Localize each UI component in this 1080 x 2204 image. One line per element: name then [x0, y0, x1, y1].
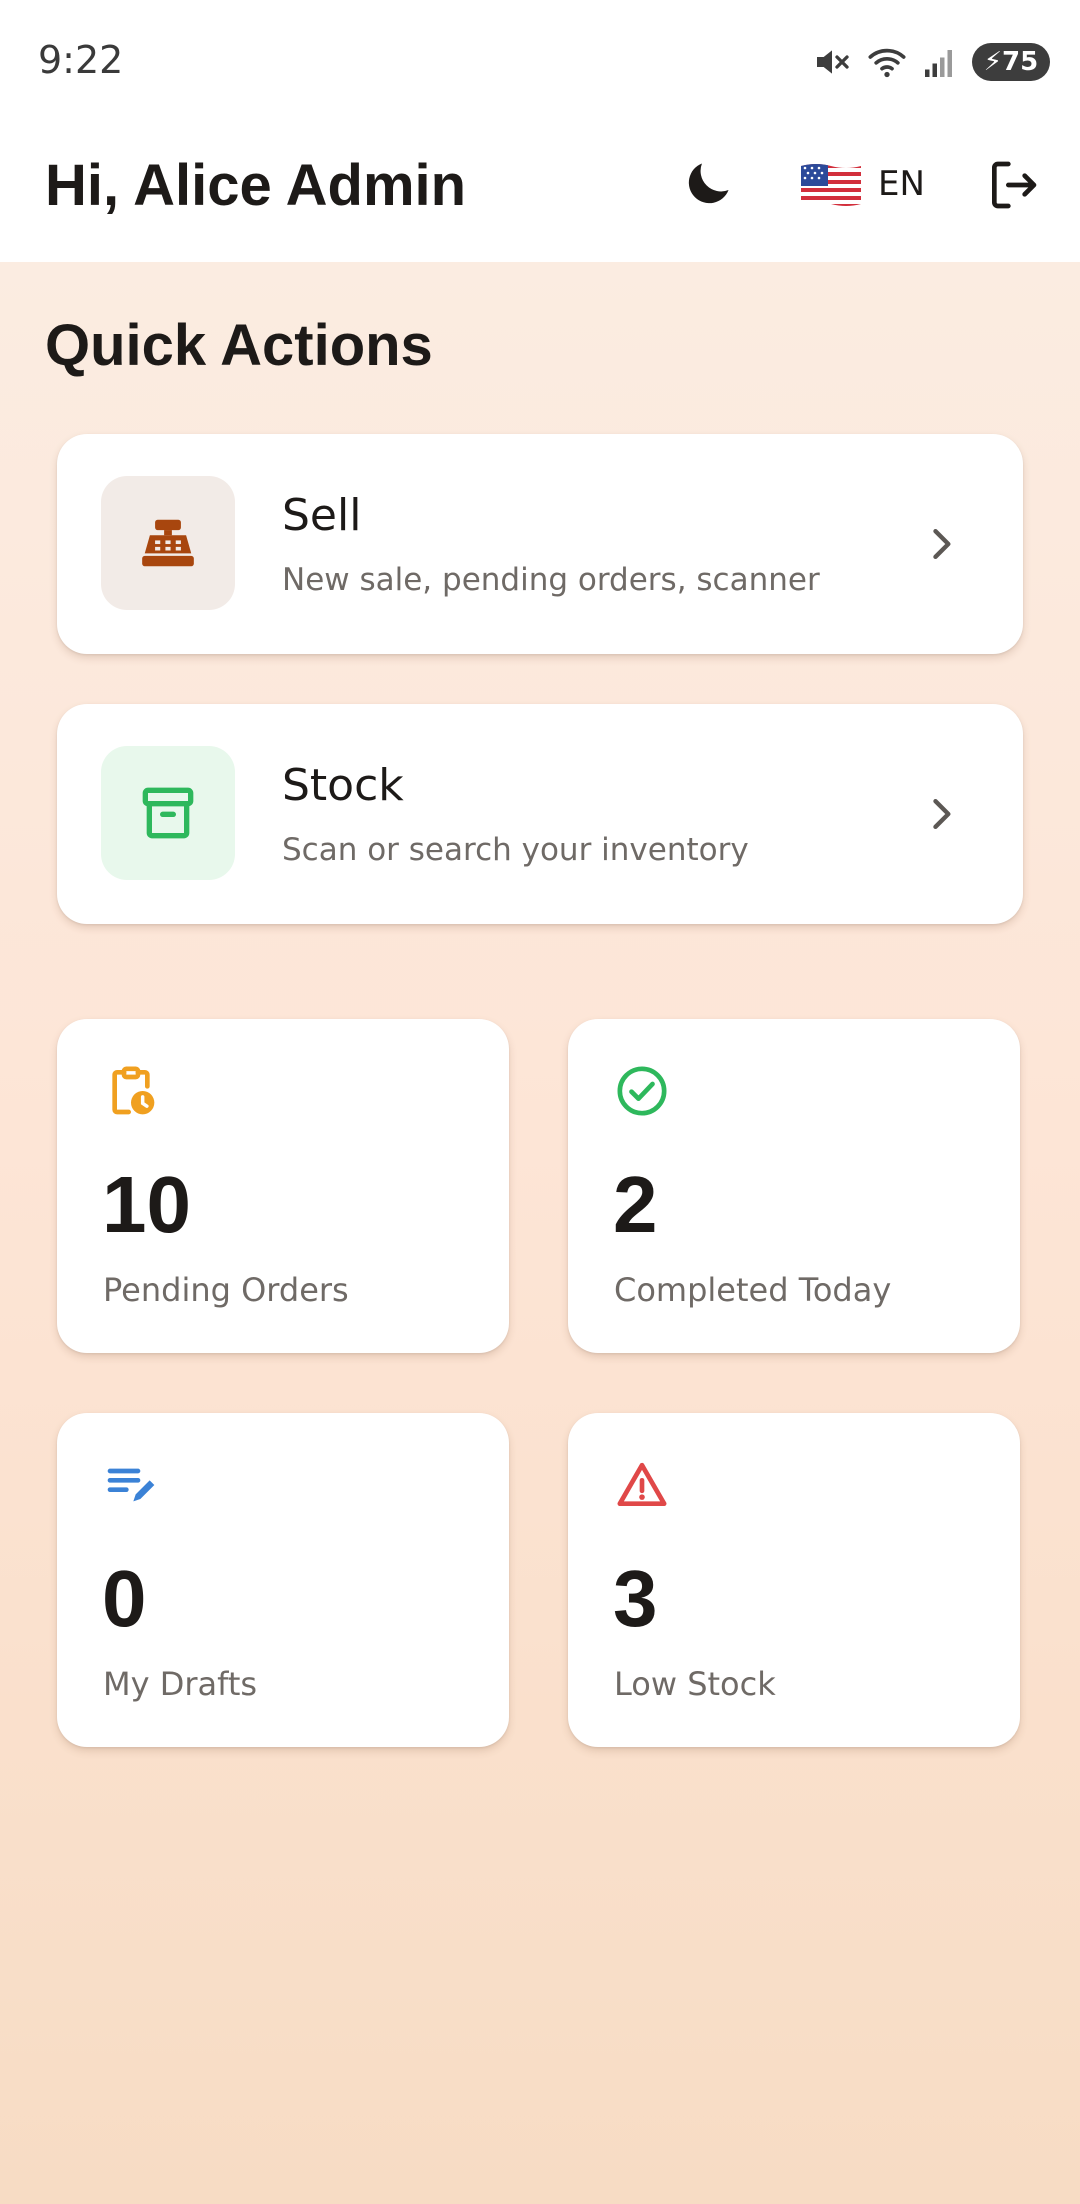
low-stock-label: Low Stock — [614, 1665, 776, 1703]
completed-today-label: Completed Today — [614, 1271, 892, 1309]
sell-title: Sell — [282, 490, 362, 541]
chevron-right-icon — [933, 798, 951, 830]
sell-icon-box — [101, 476, 235, 610]
archive-box-icon — [142, 787, 194, 839]
mute-icon — [817, 50, 849, 74]
greeting-title: Hi, Alice Admin — [45, 153, 467, 218]
status-time: 9:22 — [38, 38, 124, 82]
pending-orders-card[interactable]: 10 Pending Orders — [57, 1019, 509, 1353]
stock-title: Stock — [282, 760, 404, 811]
section-title: Quick Actions — [45, 313, 433, 378]
completed-today-value: 2 — [613, 1160, 658, 1249]
logout-icon — [992, 161, 1037, 209]
sell-subtitle: New sale, pending orders, scanner — [282, 562, 820, 598]
completed-today-card[interactable]: 2 Completed Today — [568, 1019, 1020, 1353]
wifi-icon — [868, 48, 906, 78]
sell-action-card[interactable]: Sell New sale, pending orders, scanner — [57, 434, 1023, 654]
language-label: EN — [878, 164, 925, 204]
my-drafts-value: 0 — [102, 1554, 147, 1643]
theme-toggle-button[interactable] — [676, 152, 740, 216]
logout-button[interactable] — [982, 154, 1044, 216]
check-circle-icon — [617, 1066, 667, 1116]
battery-charging-icon: ⚡ 75 — [972, 43, 1050, 81]
chevron-right-icon — [933, 528, 951, 560]
my-drafts-label: My Drafts — [103, 1665, 258, 1703]
status-bar: 9:22 ⚡ 75 — [0, 0, 1080, 124]
low-stock-value: 3 — [613, 1554, 658, 1643]
my-drafts-card[interactable]: 0 My Drafts — [57, 1413, 509, 1747]
pending-orders-value: 10 — [102, 1160, 191, 1249]
clipboard-clock-icon — [112, 1066, 155, 1115]
stock-subtitle: Scan or search your inventory — [282, 832, 749, 868]
battery-bolt: ⚡ — [983, 47, 1003, 77]
low-stock-card[interactable]: 3 Low Stock — [568, 1413, 1020, 1747]
signal-icon — [925, 50, 952, 77]
status-icons: ⚡ 75 — [812, 40, 1050, 84]
moon-icon — [688, 163, 729, 204]
us-flag-icon — [801, 164, 861, 206]
edit-note-icon — [107, 1468, 155, 1502]
cash-register-icon — [142, 519, 194, 567]
stock-icon-box — [101, 746, 235, 880]
app-bar: Hi, Alice Admin EN — [0, 124, 1080, 262]
stock-action-card[interactable]: Stock Scan or search your inventory — [57, 704, 1023, 924]
warning-icon — [617, 1462, 667, 1506]
language-button[interactable]: EN — [798, 154, 925, 214]
battery-level: 75 — [1002, 47, 1039, 77]
pending-orders-label: Pending Orders — [103, 1271, 349, 1309]
dashboard-content: Quick Actions Sell New sale, pending ord… — [0, 262, 1080, 2204]
